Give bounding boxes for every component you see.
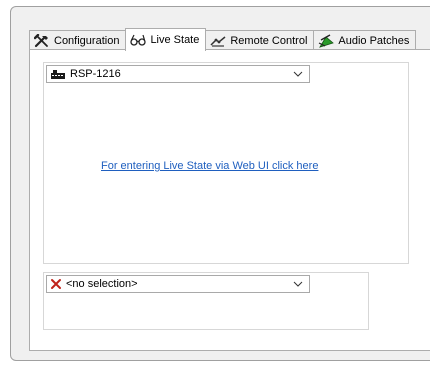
tab-label: Live State [150,34,200,46]
web-ui-link[interactable]: For entering Live State via Web UI click… [101,160,318,172]
patch-icon [318,33,335,48]
tab-label: Audio Patches [338,34,410,47]
live-state-panel: RSP-1216 For entering Live State via Web… [29,49,430,351]
remote-icon [210,34,226,48]
tools-icon [34,33,50,48]
tab-label: Remote Control [230,34,308,47]
glasses-icon [130,33,147,47]
tab-live-state[interactable]: Live State [125,28,207,51]
tab-bar: Configuration Live State Remote Control [29,28,417,51]
selection-group: <no selection> [43,272,369,330]
device-dropdown-value: RSP-1216 [70,68,121,80]
device-group: RSP-1216 For entering Live State via Web… [43,62,409,264]
selection-dropdown[interactable]: <no selection> [46,275,310,293]
tab-remote-control[interactable]: Remote Control [205,30,315,50]
tab-audio-patches[interactable]: Audio Patches [313,30,417,50]
red-x-icon [50,278,62,290]
device-dropdown[interactable]: RSP-1216 [46,65,310,83]
chevron-down-icon [293,68,303,80]
tab-configuration[interactable]: Configuration [29,30,127,50]
device-icon [50,68,66,80]
tab-label: Configuration [54,34,120,47]
chevron-down-icon [293,278,303,290]
selection-dropdown-value: <no selection> [66,278,138,290]
